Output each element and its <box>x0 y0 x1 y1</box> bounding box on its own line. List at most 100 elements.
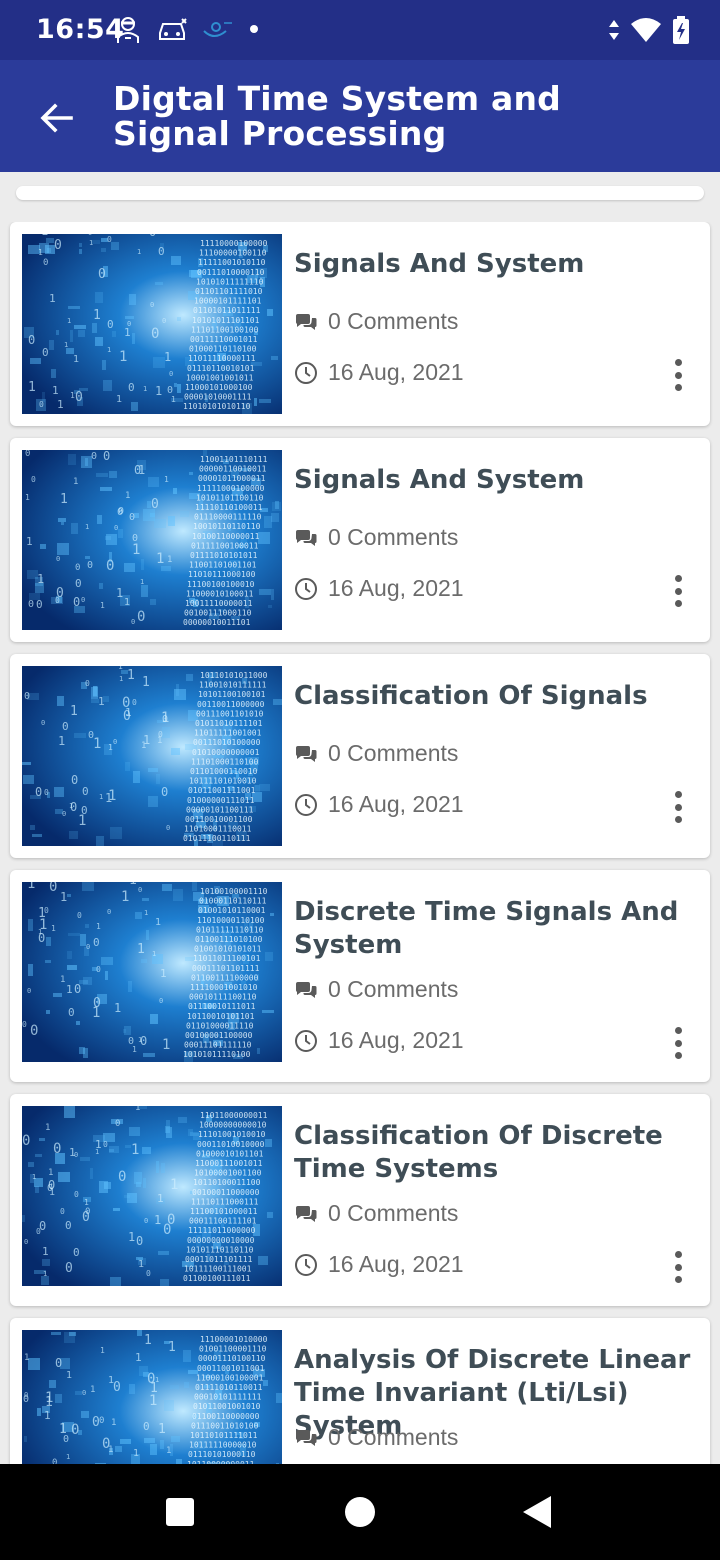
app-icon <box>202 17 234 41</box>
svg-text:0: 0 <box>131 618 135 626</box>
svg-text:1: 1 <box>90 1385 95 1395</box>
svg-text:0: 0 <box>93 996 101 1011</box>
post-card[interactable]: 10110101011000 11001010111111 101011001001… <box>10 654 710 858</box>
svg-text:1: 1 <box>160 967 167 980</box>
svg-text:0: 0 <box>27 987 31 995</box>
more-options-button[interactable] <box>666 355 690 395</box>
post-thumbnail[interactable]: 11100001010000 01001100001110 000011101001… <box>22 1330 282 1464</box>
home-button[interactable] <box>330 1482 390 1542</box>
svg-text:1: 1 <box>140 578 144 586</box>
svg-text:1: 1 <box>100 601 105 610</box>
svg-text:10101011101101: 10101011101101 <box>192 316 260 325</box>
svg-text:1: 1 <box>124 597 130 608</box>
svg-text:00111010100000: 00111010100000 <box>193 738 261 747</box>
svg-text:11010001110011: 11010001110011 <box>184 825 252 834</box>
post-thumbnail[interactable]: 11110000100000 11100000100110 111110010101… <box>22 234 282 414</box>
svg-text:01100111100000: 01100111100000 <box>191 973 259 982</box>
post-title[interactable]: Classification Of Signals <box>294 680 704 713</box>
svg-text:0: 0 <box>74 982 81 996</box>
svg-text:1: 1 <box>32 1173 36 1181</box>
svg-text:1: 1 <box>66 983 73 996</box>
svg-text:0: 0 <box>44 906 49 915</box>
post-title[interactable]: Signals And System <box>294 248 704 281</box>
recents-square-icon <box>166 1498 194 1526</box>
svg-text:1: 1 <box>73 666 78 669</box>
svg-text:00100001100000: 00100001100000 <box>185 1031 253 1040</box>
svg-text:0: 0 <box>113 738 117 746</box>
app-bar: Digtal Time System and Signal Processing <box>0 60 720 172</box>
post-card[interactable]: 11011000000011 10000000000010 111010010100… <box>10 1094 710 1306</box>
svg-text:00000000010000: 00000000010000 <box>187 1236 255 1245</box>
svg-text:0: 0 <box>151 326 159 342</box>
svg-text:1: 1 <box>60 890 67 904</box>
post-title[interactable]: Classification Of Discrete Time Systems <box>294 1120 704 1186</box>
svg-text:0: 0 <box>96 965 101 974</box>
svg-text:1: 1 <box>135 1106 140 1113</box>
back-button[interactable] <box>32 94 80 142</box>
post-thumbnail[interactable]: 11001101110111 00000110010011 000010110000… <box>22 450 282 630</box>
svg-text:0: 0 <box>143 1420 150 1433</box>
svg-text:01110010111011: 01110010111011 <box>188 1002 256 1011</box>
svg-text:1: 1 <box>60 975 65 985</box>
svg-text:1: 1 <box>111 1418 116 1428</box>
svg-text:01001010110001: 01001010110001 <box>198 906 266 915</box>
svg-text:00011010010000: 00011010010000 <box>197 1140 265 1149</box>
more-options-button[interactable] <box>666 787 690 827</box>
svg-text:0: 0 <box>138 886 142 894</box>
post-comments[interactable]: 0 Comments <box>294 524 458 551</box>
post-thumbnail[interactable]: 10100100001110 01000110110111 010010101100… <box>22 882 282 1062</box>
svg-text:11011111001001: 11011111001001 <box>194 729 262 738</box>
svg-text:11111011000000: 11111011000000 <box>188 1226 256 1235</box>
post-thumbnail[interactable]: 11011000000011 10000000000010 111010010100… <box>22 1106 282 1286</box>
post-date: 16 Aug, 2021 <box>294 1251 464 1278</box>
post-card[interactable]: 11001101110111 00000110010011 000010110000… <box>10 438 710 642</box>
post-comments[interactable]: 0 Comments <box>294 1200 458 1227</box>
svg-text:10100001001100: 10100001001100 <box>194 1169 262 1178</box>
system-back-button[interactable] <box>508 1482 568 1542</box>
post-title[interactable]: Discrete Time Signals And System <box>294 896 704 962</box>
post-card[interactable]: 11110000100000 11100000100110 111110010101… <box>10 222 710 426</box>
svg-text:00011101111110: 00011101111110 <box>184 1041 252 1050</box>
svg-text:1: 1 <box>133 1448 139 1459</box>
post-card[interactable]: 10100100001110 01000110110111 010010101100… <box>10 870 710 1082</box>
page-title: Digtal Time System and Signal Processing <box>113 79 561 153</box>
post-card[interactable]: 11100001010000 01001100001110 000011101001… <box>10 1318 710 1464</box>
svg-text:11001101001101: 11001101001101 <box>189 561 257 570</box>
svg-text:0: 0 <box>43 258 48 268</box>
svg-text:01001100001110: 01001100001110 <box>199 1345 267 1354</box>
svg-text:11000111001011: 11000111001011 <box>195 1159 263 1168</box>
comments-count: 0 Comments <box>328 1424 459 1450</box>
post-comments[interactable]: 0 Comments <box>294 1424 458 1451</box>
svg-text:0: 0 <box>158 882 165 885</box>
post-title[interactable]: Signals And System <box>294 464 704 497</box>
svg-text:0: 0 <box>115 1119 120 1129</box>
svg-text:0: 0 <box>62 810 66 818</box>
post-list[interactable]: 11110000100000 11100000100110 111110010101… <box>0 222 720 1464</box>
svg-text:1: 1 <box>131 1142 139 1158</box>
more-options-button[interactable] <box>666 1023 690 1063</box>
post-comments[interactable]: 0 Comments <box>294 740 458 767</box>
svg-text:0: 0 <box>150 301 154 309</box>
post-comments[interactable]: 0 Comments <box>294 308 458 335</box>
svg-text:10111110000010: 10111110000010 <box>189 1441 257 1450</box>
svg-text:0: 0 <box>30 1023 38 1039</box>
svg-text:1: 1 <box>121 889 129 905</box>
more-options-button[interactable] <box>666 1247 690 1287</box>
svg-text:11110110100011: 11110110100011 <box>195 503 263 512</box>
svg-text:00111001101010: 00111001101010 <box>196 709 264 718</box>
svg-text:0: 0 <box>86 943 90 951</box>
svg-text:10101011111110: 10101011111110 <box>196 277 264 286</box>
status-bar: 16:54 <box>0 0 720 60</box>
recents-button[interactable] <box>150 1482 210 1542</box>
post-comments[interactable]: 0 Comments <box>294 976 458 1003</box>
svg-text:1: 1 <box>26 535 33 548</box>
svg-text:01010000000001: 01010000000001 <box>192 748 260 757</box>
svg-text:0: 0 <box>85 679 90 688</box>
svg-text:1: 1 <box>132 1045 137 1054</box>
svg-text:0: 0 <box>74 1190 79 1199</box>
svg-text:00111010000110: 00111010000110 <box>197 268 265 277</box>
more-options-button[interactable] <box>666 571 690 611</box>
post-thumbnail[interactable]: 10110101011000 11001010111111 101011001001… <box>22 666 282 846</box>
svg-text:01101101111010: 01101101111010 <box>195 287 263 296</box>
home-circle-icon <box>345 1497 375 1527</box>
